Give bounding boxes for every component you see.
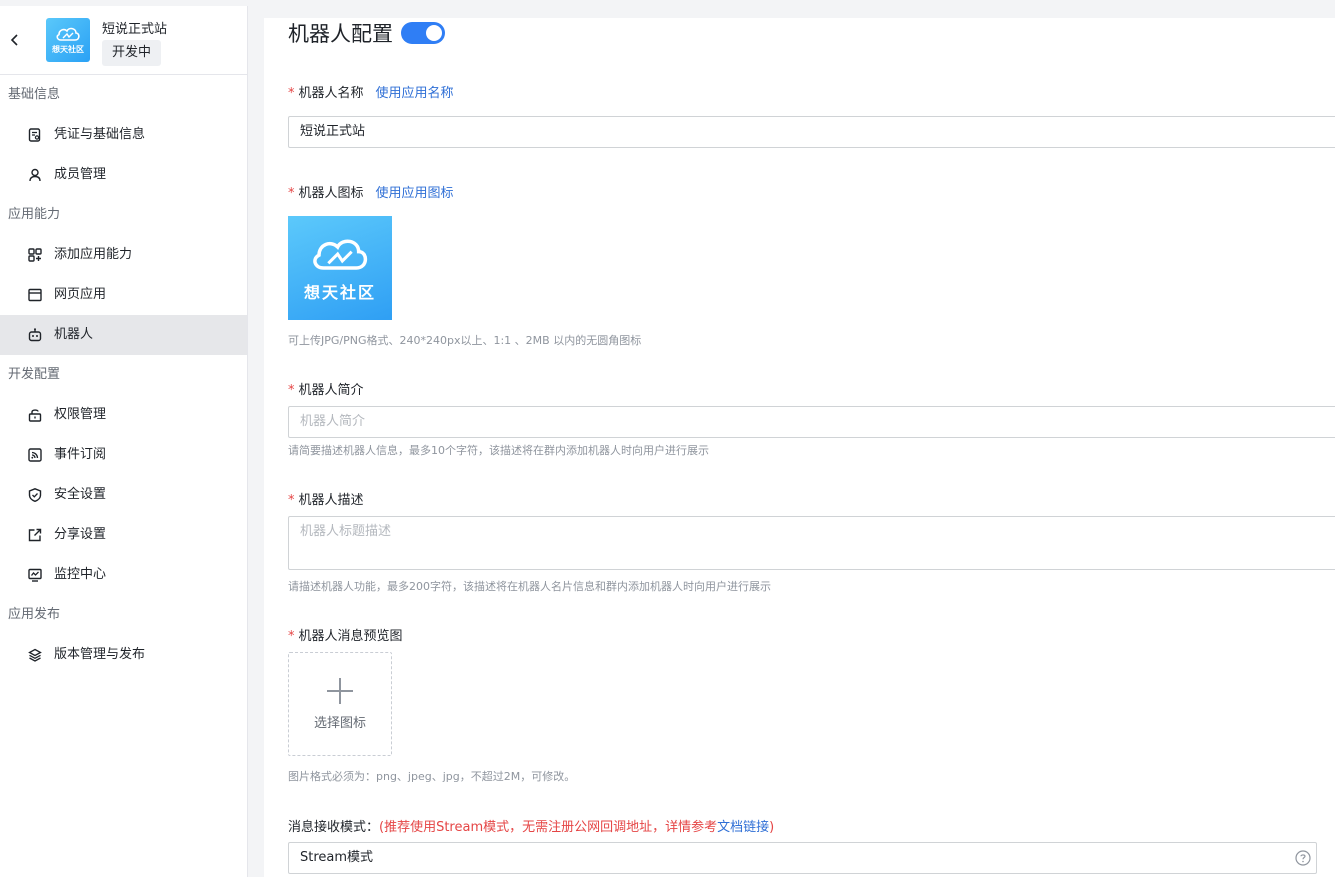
robot-icon-label: * 机器人图标 使用应用图标	[288, 182, 454, 201]
sidebar-item-robot[interactable]: 机器人	[0, 315, 247, 355]
sidebar-item-label: 版本管理与发布	[54, 647, 146, 662]
user-icon	[29, 168, 41, 182]
sidebar-item-webpage[interactable]: 网页应用	[0, 275, 247, 315]
robot-name-input[interactable]: 短说正式站	[288, 116, 1335, 148]
sidebar-item-security[interactable]: 安全设置	[0, 475, 247, 515]
robot-icon-image[interactable]: 想天社区	[288, 216, 392, 320]
app-root: 想天社区 短说正式站 开发中 基础信息 凭证与基础信息 成员管理 应用能力 添加…	[0, 0, 1335, 877]
message-mode-select[interactable]: Stream模式	[288, 842, 1317, 874]
robot-preview-hint: 图片格式必须为：png、jpeg、jpg，不超过2M，可修改。	[288, 770, 576, 783]
robot-intro-label: * 机器人简介	[288, 379, 364, 398]
section-app-capability: 应用能力	[8, 207, 61, 222]
sidebar-item-label: 监控中心	[54, 567, 107, 582]
webpage-icon	[28, 288, 42, 302]
use-app-name-link[interactable]: 使用应用名称	[376, 86, 454, 101]
upload-label: 选择图标	[313, 715, 366, 731]
robot-intro-input[interactable]: 机器人简介	[288, 406, 1335, 438]
field-label: 机器人图标	[298, 186, 364, 201]
mode-note-suffix: )	[769, 820, 775, 835]
robot-icon	[28, 328, 42, 342]
robot-desc-hint: 请描述机器人功能，最多200字符，该描述将在机器人名片信息和群内添加机器人时向用…	[288, 580, 771, 593]
field-label: 机器人简介	[298, 383, 364, 398]
sidebar-item-members[interactable]: 成员管理	[0, 155, 247, 195]
status-badge: 开发中	[102, 40, 162, 66]
preview-upload-button[interactable]: 选择图标	[288, 652, 392, 756]
page-title: 机器人配置	[288, 22, 393, 46]
robot-name-label: * 机器人名称 使用应用名称	[288, 82, 454, 101]
help-icon[interactable]	[1295, 850, 1311, 866]
robot-intro-hint: 请简要描述机器人信息，最多10个字符，该描述将在群内添加机器人时向用户进行展示	[288, 444, 709, 457]
use-app-icon-link[interactable]: 使用应用图标	[376, 186, 454, 201]
share-icon	[28, 528, 42, 542]
mode-note: (推荐使用Stream模式，无需注册公网回调地址，详情参考	[379, 820, 718, 835]
sidebar-item-add-capability[interactable]: 添加应用能力	[0, 235, 247, 275]
robot-icon-text: 想天社区	[303, 283, 376, 302]
robot-preview-label: * 机器人消息预览图	[288, 625, 403, 644]
sidebar-item-label: 安全设置	[54, 487, 107, 502]
field-label: 机器人消息预览图	[298, 629, 403, 644]
message-mode-label: 消息接收模式：(推荐使用Stream模式，无需注册公网回调地址，详情参考文档链接…	[288, 816, 774, 835]
add-capability-icon	[28, 248, 42, 262]
section-basic-info: 基础信息	[8, 87, 61, 102]
rss-icon	[28, 448, 42, 462]
sidebar-item-versions[interactable]: 版本管理与发布	[0, 635, 247, 675]
sidebar-item-events[interactable]: 事件订阅	[0, 435, 247, 475]
app-name: 短说正式站	[102, 22, 168, 37]
sidebar-item-permissions[interactable]: 权限管理	[0, 395, 247, 435]
section-app-publish: 应用发布	[8, 607, 61, 622]
sidebar-item-label: 权限管理	[54, 407, 107, 422]
required-mark: *	[288, 629, 295, 644]
sidebar-item-label: 凭证与基础信息	[54, 127, 146, 142]
credential-icon	[28, 128, 41, 142]
monitor-icon	[28, 568, 42, 582]
robot-enable-toggle[interactable]	[401, 22, 445, 44]
layers-icon	[28, 648, 42, 662]
section-dev-config: 开发配置	[8, 367, 61, 382]
sidebar-item-label: 分享设置	[54, 527, 107, 542]
title-row: 机器人配置	[288, 18, 445, 48]
required-mark: *	[288, 383, 295, 398]
doc-link[interactable]: 文档链接	[717, 820, 769, 835]
robot-desc-label: * 机器人描述	[288, 489, 364, 508]
select-value: Stream模式	[300, 850, 374, 865]
sidebar-item-label: 事件订阅	[54, 447, 107, 462]
field-label: 机器人名称	[298, 86, 364, 101]
sidebar-item-label: 机器人	[54, 327, 94, 342]
lock-icon	[28, 409, 42, 422]
back-arrow-icon[interactable]	[8, 32, 22, 48]
required-mark: *	[288, 186, 295, 201]
sidebar-header: 想天社区 短说正式站 开发中	[0, 6, 247, 75]
shield-icon	[28, 488, 42, 503]
sidebar-item-share[interactable]: 分享设置	[0, 515, 247, 555]
required-mark: *	[288, 86, 295, 101]
field-label: 机器人描述	[298, 493, 364, 508]
required-mark: *	[288, 493, 295, 508]
cloud-logo-icon	[313, 239, 368, 270]
sidebar: 想天社区 短说正式站 开发中 基础信息 凭证与基础信息 成员管理 应用能力 添加…	[0, 6, 248, 877]
sidebar-item-label: 网页应用	[54, 287, 107, 302]
plus-icon	[327, 677, 353, 704]
sidebar-item-label: 成员管理	[54, 167, 107, 182]
robot-desc-textarea[interactable]: 机器人标题描述	[288, 516, 1335, 570]
app-logo: 想天社区	[46, 18, 90, 62]
field-label: 消息接收模式：	[288, 820, 380, 835]
robot-icon-hint: 可上传JPG/PNG格式、240*240px以上、1:1 、2MB 以内的无圆角…	[288, 334, 642, 347]
main-panel: 机器人配置 * 机器人名称 使用应用名称 短说正式站 * 机器人图标 使用应用图标 想天…	[264, 18, 1335, 877]
sidebar-item-credentials[interactable]: 凭证与基础信息	[0, 115, 247, 155]
sidebar-item-monitor[interactable]: 监控中心	[0, 555, 247, 595]
cloud-logo-icon	[56, 27, 80, 41]
app-logo-text: 想天社区	[52, 45, 84, 54]
sidebar-item-label: 添加应用能力	[54, 247, 133, 262]
